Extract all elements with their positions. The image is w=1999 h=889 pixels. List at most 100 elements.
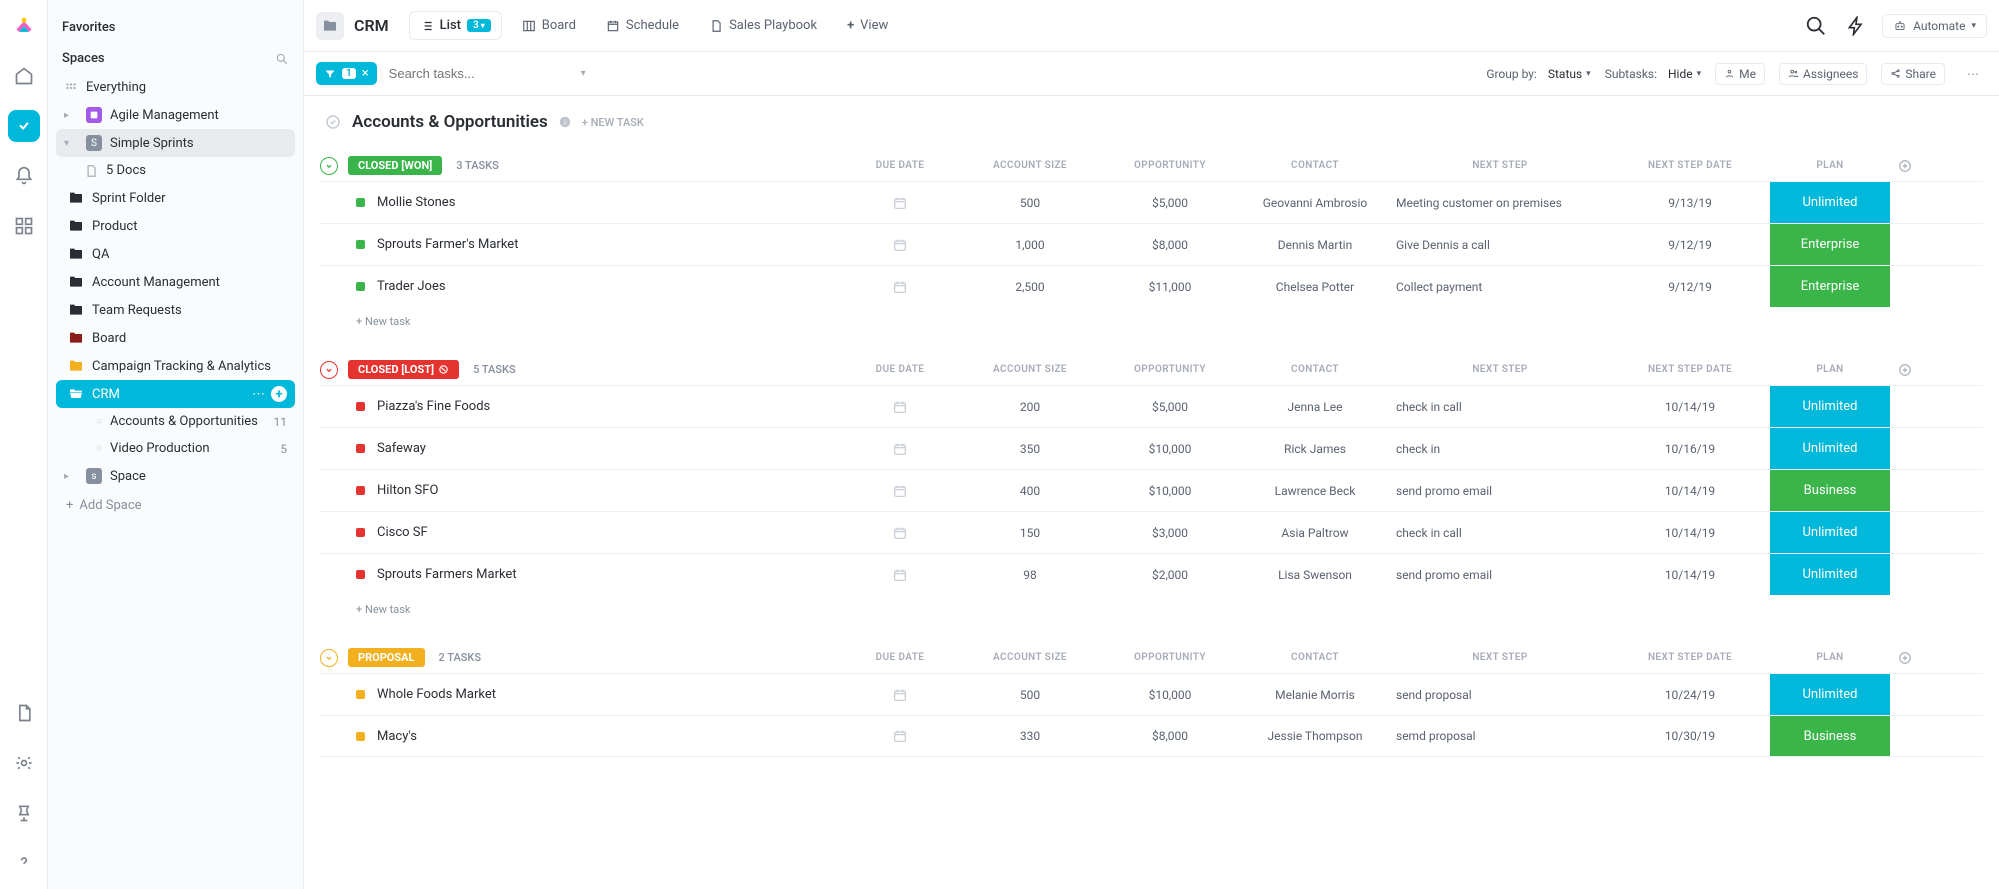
collapse-icon[interactable] <box>320 361 338 379</box>
goals-icon[interactable] <box>8 797 40 829</box>
next-step-date-cell[interactable]: 10/14/19 <box>1610 568 1770 582</box>
calendar-icon[interactable] <box>840 483 960 499</box>
app-logo[interactable] <box>8 10 40 42</box>
sidebar-folder[interactable]: Board <box>56 324 295 352</box>
contact-cell[interactable]: Asia Paltrow <box>1240 526 1390 540</box>
task-row[interactable]: Sprouts Farmers Market 98 $2,000 Lisa Sw… <box>320 553 1983 595</box>
calendar-icon[interactable] <box>840 279 960 295</box>
home-icon[interactable] <box>8 60 40 92</box>
add-view-button[interactable]: + View <box>837 12 898 39</box>
col-due-date[interactable]: DUE DATE <box>840 652 960 663</box>
group-by-select[interactable]: Group by: Status ▾ <box>1486 67 1590 81</box>
share-button[interactable]: Share <box>1881 63 1945 85</box>
col-next-step-date[interactable]: NEXT STEP DATE <box>1610 160 1770 171</box>
plan-cell[interactable]: Unlimited <box>1770 554 1890 595</box>
col-contact[interactable]: CONTACT <box>1240 652 1390 663</box>
docs-icon[interactable] <box>8 697 40 729</box>
plan-cell[interactable]: Business <box>1770 716 1890 756</box>
task-row[interactable]: Mollie Stones 500 $5,000 Geovanni Ambros… <box>320 181 1983 223</box>
more-icon[interactable]: ⋯ <box>1959 60 1987 88</box>
tab-playbook[interactable]: Sales Playbook <box>699 12 827 39</box>
next-step-date-cell[interactable]: 10/14/19 <box>1610 526 1770 540</box>
col-opportunity[interactable]: OPPORTUNITY <box>1100 364 1240 375</box>
me-button[interactable]: Me <box>1715 63 1765 85</box>
contact-cell[interactable]: Chelsea Potter <box>1240 280 1390 294</box>
plan-cell[interactable]: Enterprise <box>1770 224 1890 265</box>
status-dot-icon[interactable] <box>356 444 365 453</box>
col-contact[interactable]: CONTACT <box>1240 364 1390 375</box>
search-icon[interactable] <box>275 52 289 66</box>
next-step-date-cell[interactable]: 10/16/19 <box>1610 442 1770 456</box>
col-next-step-date[interactable]: NEXT STEP DATE <box>1610 364 1770 375</box>
opportunity-cell[interactable]: $10,000 <box>1100 484 1240 498</box>
calendar-icon[interactable] <box>840 728 960 744</box>
help-icon[interactable] <box>8 847 40 879</box>
calendar-icon[interactable] <box>840 237 960 253</box>
sidebar-folder[interactable]: Campaign Tracking & Analytics <box>56 352 295 380</box>
notifications-icon[interactable] <box>8 160 40 192</box>
contact-cell[interactable]: Geovanni Ambrosio <box>1240 196 1390 210</box>
sidebar-space-simple-sprints[interactable]: ▾ S Simple Sprints <box>56 129 295 157</box>
collapse-icon[interactable] <box>320 649 338 667</box>
opportunity-cell[interactable]: $2,000 <box>1100 568 1240 582</box>
contact-cell[interactable]: Melanie Morris <box>1240 688 1390 702</box>
status-dot-icon[interactable] <box>356 282 365 291</box>
col-due-date[interactable]: DUE DATE <box>840 364 960 375</box>
account-size-cell[interactable]: 400 <box>960 484 1100 498</box>
task-row[interactable]: Piazza's Fine Foods 200 $5,000 Jenna Lee… <box>320 385 1983 427</box>
everything-item[interactable]: Everything <box>56 74 295 101</box>
add-icon[interactable]: + <box>271 386 287 402</box>
plan-cell[interactable]: Business <box>1770 470 1890 511</box>
col-plan[interactable]: PLAN <box>1770 652 1890 663</box>
col-next-step-date[interactable]: NEXT STEP DATE <box>1610 652 1770 663</box>
col-next-step[interactable]: NEXT STEP <box>1390 160 1610 171</box>
calendar-icon[interactable] <box>840 687 960 703</box>
status-dot-icon[interactable] <box>356 486 365 495</box>
next-step-cell[interactable]: check in <box>1390 442 1610 456</box>
col-opportunity[interactable]: OPPORTUNITY <box>1100 652 1240 663</box>
add-column-button[interactable] <box>1890 651 1920 665</box>
new-task-link[interactable]: + NEW TASK <box>582 116 644 129</box>
opportunity-cell[interactable]: $11,000 <box>1100 280 1240 294</box>
account-size-cell[interactable]: 150 <box>960 526 1100 540</box>
opportunity-cell[interactable]: $8,000 <box>1100 729 1240 743</box>
contact-cell[interactable]: Jessie Thompson <box>1240 729 1390 743</box>
account-size-cell[interactable]: 350 <box>960 442 1100 456</box>
assignees-button[interactable]: Assignees <box>1779 63 1867 85</box>
status-pill[interactable]: CLOSED [LOST] <box>348 360 459 379</box>
contact-cell[interactable]: Lawrence Beck <box>1240 484 1390 498</box>
plan-cell[interactable]: Unlimited <box>1770 674 1890 715</box>
spaces-header[interactable]: Spaces <box>56 43 295 74</box>
account-size-cell[interactable]: 330 <box>960 729 1100 743</box>
sidebar-docs[interactable]: 5 Docs <box>56 157 295 184</box>
next-step-cell[interactable]: send promo email <box>1390 568 1610 582</box>
contact-cell[interactable]: Dennis Martin <box>1240 238 1390 252</box>
account-size-cell[interactable]: 1,000 <box>960 238 1100 252</box>
next-step-cell[interactable]: check in call <box>1390 400 1610 414</box>
next-step-cell[interactable]: check in call <box>1390 526 1610 540</box>
sidebar-folder[interactable]: Sprint Folder <box>56 184 295 212</box>
next-step-cell[interactable]: Give Dennis a call <box>1390 238 1610 252</box>
col-plan[interactable]: PLAN <box>1770 160 1890 171</box>
favorites-header[interactable]: Favorites <box>56 12 295 43</box>
status-circle-icon[interactable] <box>324 113 342 131</box>
calendar-icon[interactable] <box>840 441 960 457</box>
next-step-cell[interactable]: semd proposal <box>1390 729 1610 743</box>
sidebar-folder[interactable]: Team Requests <box>56 296 295 324</box>
next-step-date-cell[interactable]: 10/24/19 <box>1610 688 1770 702</box>
task-row[interactable]: Trader Joes 2,500 $11,000 Chelsea Potter… <box>320 265 1983 307</box>
opportunity-cell[interactable]: $10,000 <box>1100 688 1240 702</box>
task-row[interactable]: Hilton SFO 400 $10,000 Lawrence Beck sen… <box>320 469 1983 511</box>
calendar-icon[interactable] <box>840 525 960 541</box>
plan-cell[interactable]: Unlimited <box>1770 386 1890 427</box>
task-row[interactable]: Whole Foods Market 500 $10,000 Melanie M… <box>320 673 1983 715</box>
opportunity-cell[interactable]: $8,000 <box>1100 238 1240 252</box>
col-next-step[interactable]: NEXT STEP <box>1390 652 1610 663</box>
opportunity-cell[interactable]: $5,000 <box>1100 400 1240 414</box>
sidebar-space-agile[interactable]: ▸ Agile Management <box>56 101 295 129</box>
task-row[interactable]: Safeway 350 $10,000 Rick James check in … <box>320 427 1983 469</box>
account-size-cell[interactable]: 98 <box>960 568 1100 582</box>
plan-cell[interactable]: Enterprise <box>1770 266 1890 307</box>
next-step-cell[interactable]: Collect payment <box>1390 280 1610 294</box>
contact-cell[interactable]: Jenna Lee <box>1240 400 1390 414</box>
